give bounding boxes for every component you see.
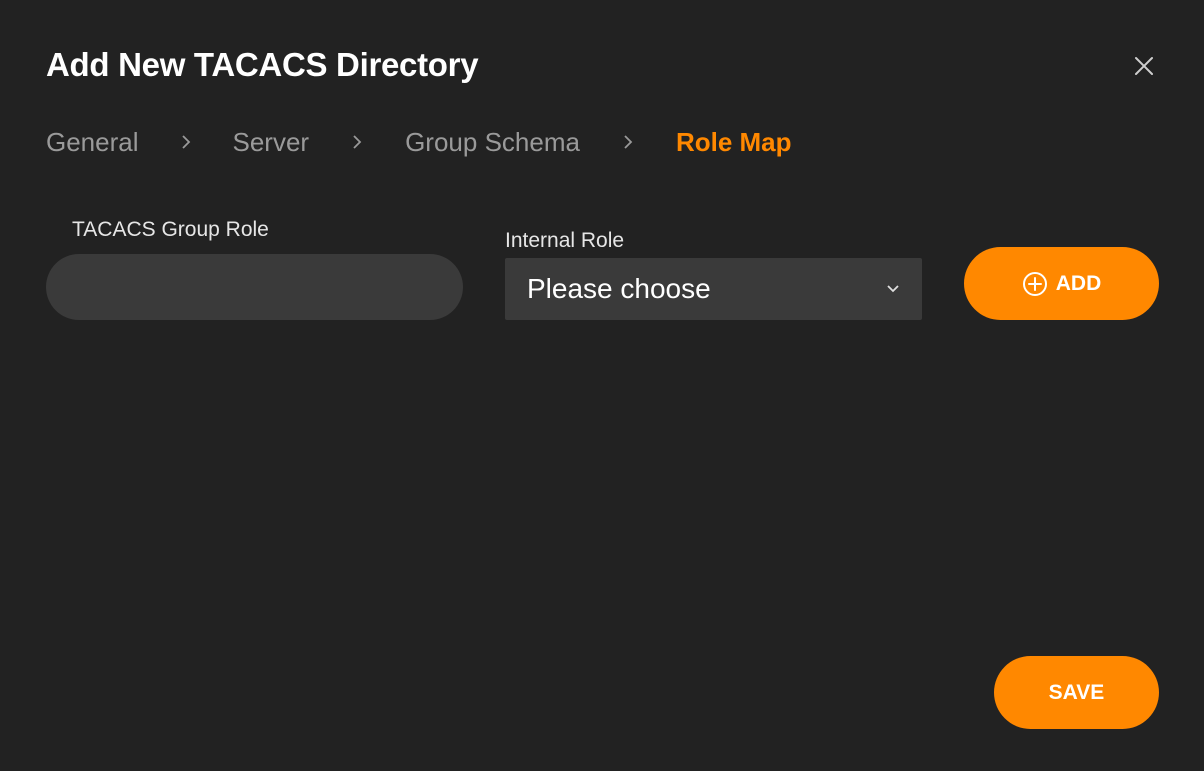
save-button[interactable]: SAVE — [994, 656, 1159, 729]
dialog-title: Add New TACACS Directory — [46, 46, 479, 83]
chevron-right-icon — [139, 134, 233, 150]
save-button-label: SAVE — [1048, 680, 1105, 704]
close-icon — [1135, 57, 1153, 75]
close-button[interactable] — [1128, 50, 1160, 82]
chevron-right-icon — [309, 134, 405, 150]
breadcrumb-step-role-map[interactable]: Role Map — [676, 127, 792, 158]
plus-circle-icon — [1022, 271, 1047, 296]
chevron-down-icon — [887, 285, 899, 293]
internal-role-select[interactable]: Please choose — [505, 258, 922, 320]
add-tacacs-directory-dialog: Add New TACACS Directory General Server … — [0, 0, 1204, 771]
breadcrumb-step-general[interactable]: General — [46, 127, 139, 158]
internal-role-selected-value: Please choose — [527, 273, 711, 304]
tacacs-group-role-label: TACACS Group Role — [72, 218, 269, 241]
chevron-right-icon — [580, 134, 676, 150]
internal-role-label: Internal Role — [505, 229, 625, 252]
add-role-mapping-button[interactable]: ADD — [964, 247, 1159, 320]
breadcrumb-step-group-schema[interactable]: Group Schema — [405, 127, 580, 158]
breadcrumb: General Server Group Schema Role Map — [46, 124, 792, 160]
breadcrumb-step-server[interactable]: Server — [233, 127, 310, 158]
tacacs-group-role-input[interactable] — [46, 254, 463, 320]
add-button-label: ADD — [1055, 271, 1102, 295]
